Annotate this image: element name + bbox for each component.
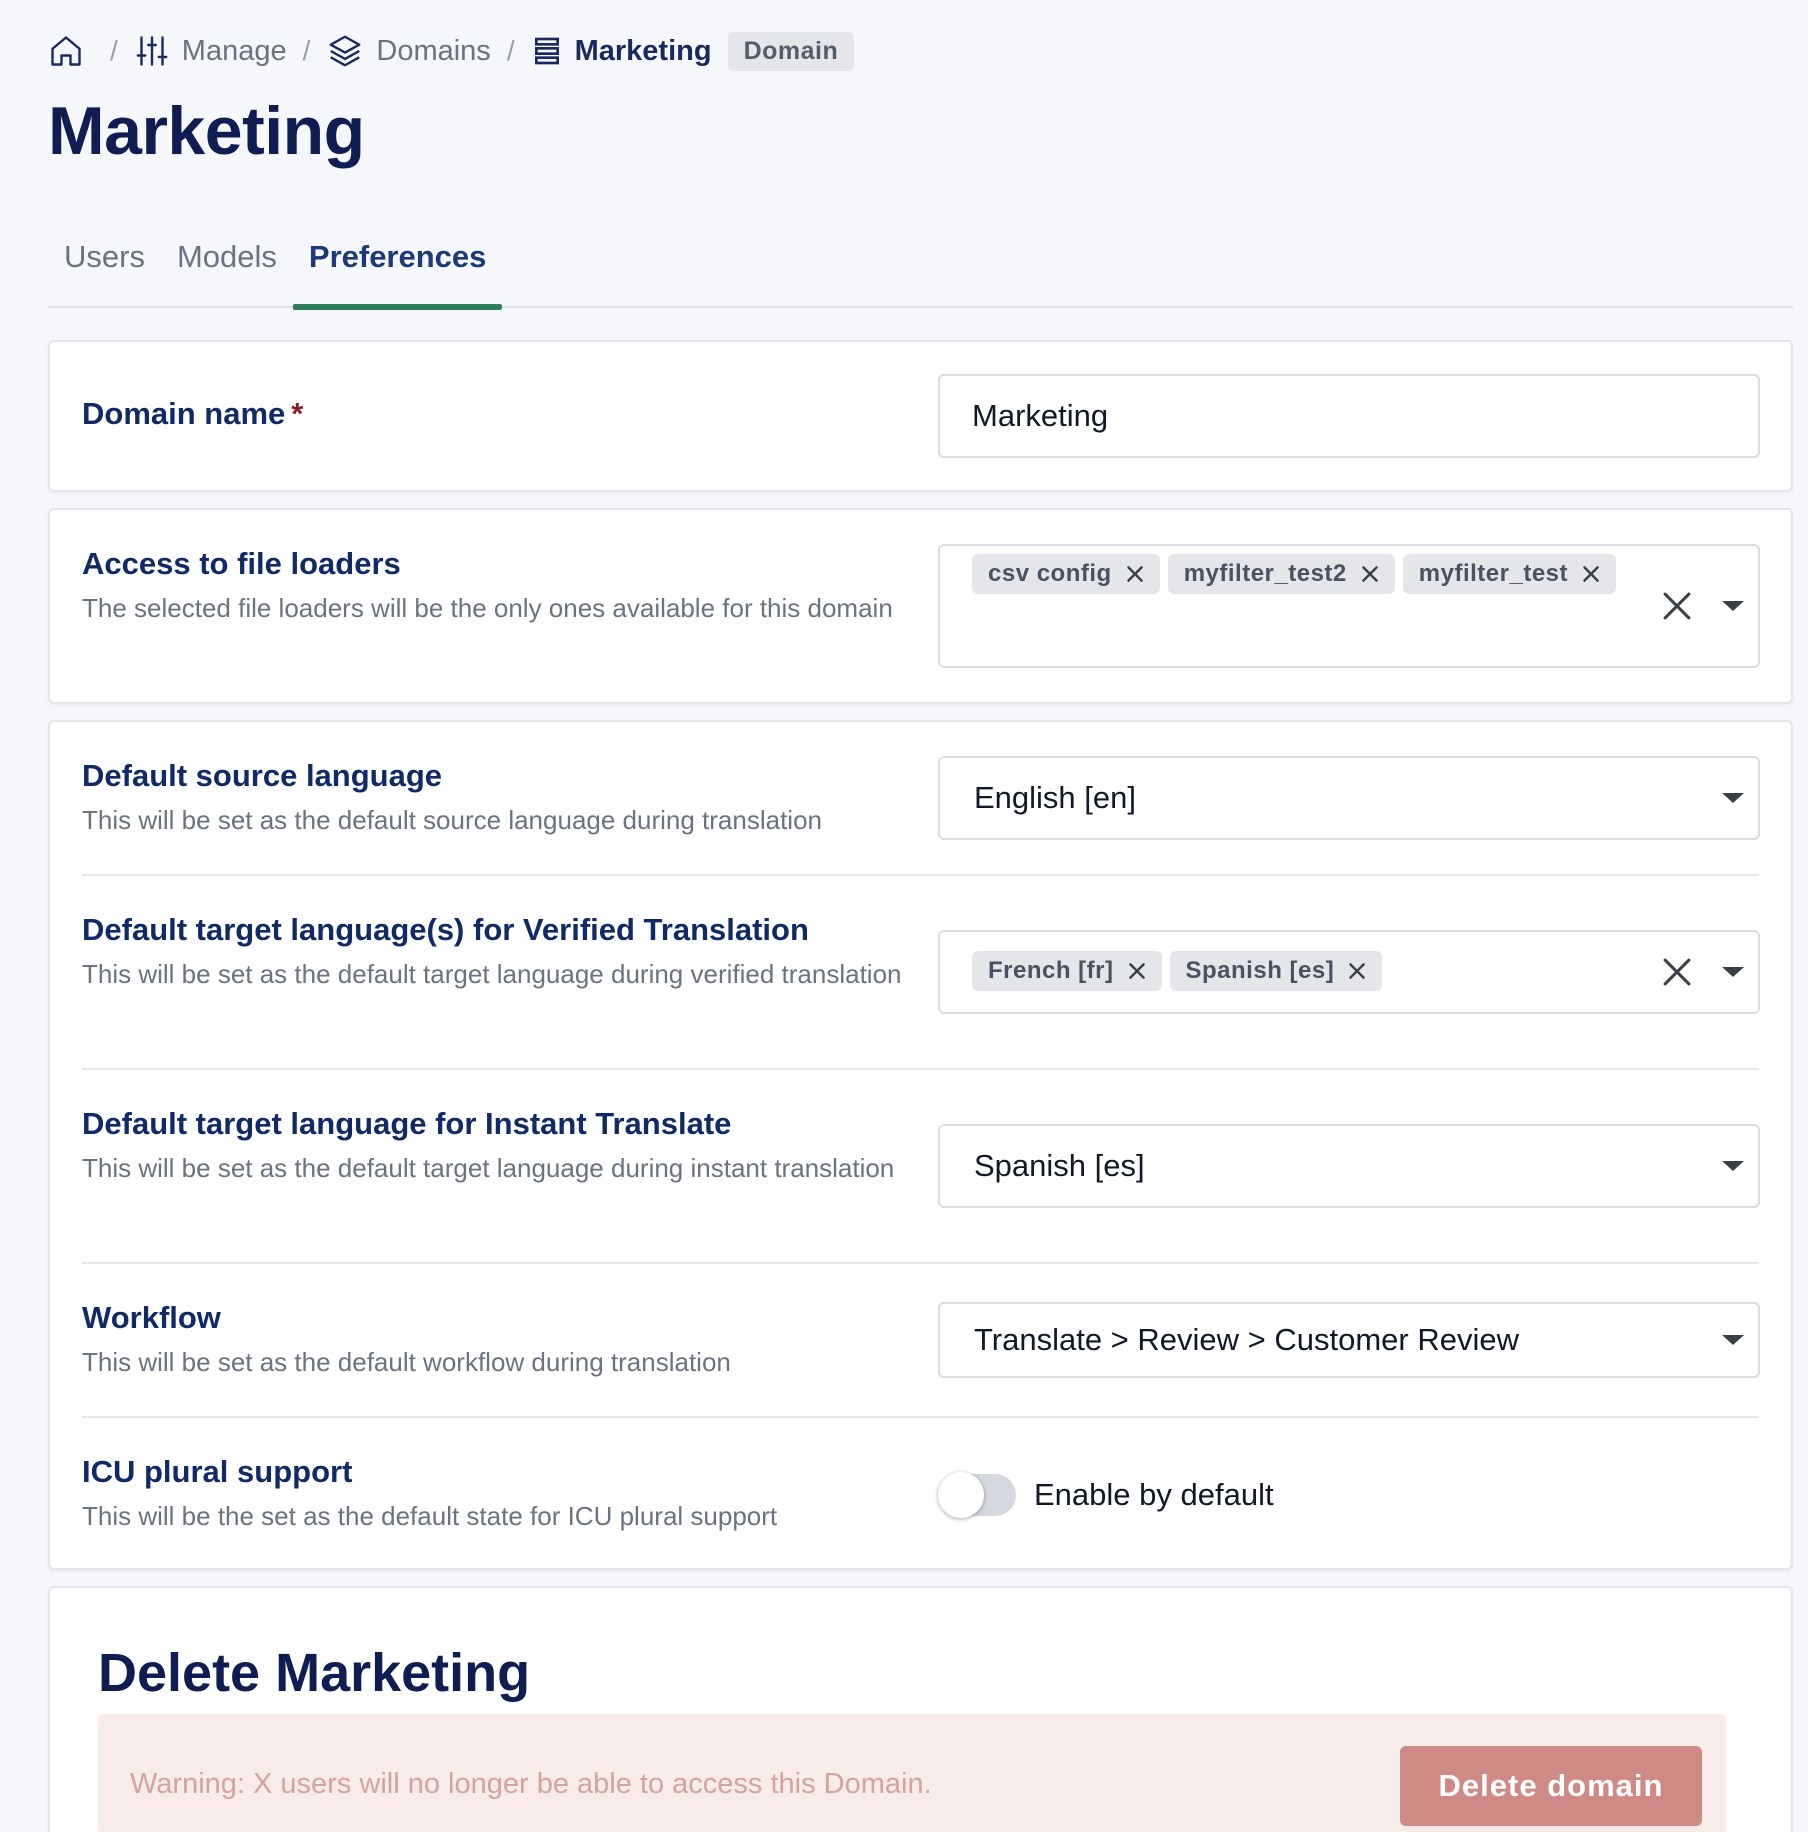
breadcrumb-separator: / <box>506 35 515 66</box>
home-icon[interactable] <box>48 33 84 69</box>
layers-icon <box>326 32 364 70</box>
chip-myfilter-test2: myfilter_test2 <box>1167 554 1395 594</box>
chip-csv-config: csv config <box>972 554 1160 594</box>
clear-all-icon[interactable] <box>1660 955 1694 989</box>
remove-chip-icon[interactable] <box>1346 960 1368 982</box>
verified-target-multiselect[interactable]: French [fr] Spanish [es] <box>938 930 1760 1014</box>
divider <box>82 874 1759 876</box>
remove-chip-icon[interactable] <box>1126 960 1148 982</box>
divider <box>82 1416 1759 1418</box>
tab-users[interactable]: Users <box>48 232 161 308</box>
file-loaders-chips: csv config myfilter_test2 myfilter_test <box>972 554 1692 594</box>
chip-label: myfilter_test2 <box>1183 560 1347 587</box>
instant-target-value: Spanish [es] <box>974 1148 1145 1183</box>
instant-target-select[interactable]: Spanish [es] <box>938 1124 1760 1208</box>
breadcrumb-domains[interactable]: Domains <box>326 32 491 70</box>
sliders-icon <box>134 33 170 69</box>
chip-label: csv config <box>988 560 1112 587</box>
delete-domain-button[interactable]: Delete domain <box>1400 1746 1702 1826</box>
breadcrumb-current: Marketing <box>531 35 712 68</box>
breadcrumb-manage[interactable]: Manage <box>134 33 287 69</box>
page-title: Marketing <box>48 93 365 169</box>
chevron-down-icon <box>1722 793 1744 803</box>
chip-spanish: Spanish [es] <box>1169 951 1383 991</box>
icu-plural-toggle[interactable] <box>938 1472 1016 1518</box>
list-icon <box>531 35 563 67</box>
tab-models[interactable]: Models <box>161 232 293 308</box>
breadcrumb-manage-label: Manage <box>181 34 287 67</box>
instant-target-description: This will be set as the default target l… <box>82 1153 895 1183</box>
entity-type-badge: Domain <box>727 31 855 71</box>
delete-warning-text: Warning: X users will no longer be able … <box>130 1768 932 1800</box>
workflow-description: This will be set as the default workflow… <box>82 1347 731 1377</box>
chip-label: Spanish [es] <box>1185 957 1335 984</box>
delete-warning-box: Warning: X users will no longer be able … <box>98 1714 1726 1832</box>
domain-name-label: Domain name <box>82 396 286 431</box>
icu-plural-description: This will be the set as the default stat… <box>82 1501 778 1531</box>
chip-label: myfilter_test <box>1418 560 1569 587</box>
delete-domain-card: Delete Marketing Warning: X users will n… <box>48 1586 1793 1832</box>
chip-label: French [fr] <box>988 957 1114 984</box>
chevron-down-icon[interactable] <box>1722 967 1744 977</box>
chip-french: French [fr] <box>972 951 1162 991</box>
language-preferences-card: Default source language This will be set… <box>48 720 1793 1570</box>
verified-target-description: This will be set as the default target l… <box>82 959 902 989</box>
remove-chip-icon[interactable] <box>1124 563 1146 585</box>
toggle-knob <box>938 1472 984 1518</box>
breadcrumb-separator: / <box>302 35 311 66</box>
file-loaders-description: The selected file loaders will be the on… <box>82 593 893 623</box>
required-marker: * <box>291 396 304 431</box>
tab-bar: Users Models Preferences <box>48 232 1793 310</box>
clear-all-icon[interactable] <box>1660 589 1694 623</box>
domain-name-value: Marketing <box>972 398 1109 433</box>
domain-name-card: Domain name * Marketing <box>48 340 1793 492</box>
source-language-description: This will be set as the default source l… <box>82 805 822 835</box>
delete-section-title: Delete Marketing <box>98 1643 531 1703</box>
chevron-down-icon <box>1722 1161 1744 1171</box>
icu-plural-row: ICU plural support This will be the set … <box>82 1454 1759 1536</box>
workflow-select[interactable]: Translate > Review > Customer Review <box>938 1302 1760 1378</box>
file-loaders-card: Access to file loaders The selected file… <box>48 508 1793 704</box>
remove-chip-icon[interactable] <box>1359 563 1381 585</box>
divider <box>82 1262 1759 1264</box>
breadcrumb-domains-label: Domains <box>376 34 491 67</box>
icu-plural-label: ICU plural support <box>82 1454 353 1489</box>
verified-target-chips: French [fr] Spanish [es] <box>972 951 1692 991</box>
icu-plural-toggle-label: Enable by default <box>1034 1477 1274 1512</box>
chevron-down-icon <box>1722 1335 1744 1345</box>
source-language-value: English [en] <box>974 780 1136 815</box>
breadcrumb-separator: / <box>110 35 118 66</box>
source-language-select[interactable]: English [en] <box>938 756 1760 840</box>
workflow-value: Translate > Review > Customer Review <box>974 1322 1519 1357</box>
file-loaders-multiselect[interactable]: csv config myfilter_test2 myfilter_test <box>938 544 1760 668</box>
remove-chip-icon[interactable] <box>1580 563 1602 585</box>
tab-preferences[interactable]: Preferences <box>292 232 503 310</box>
chip-myfilter-test: myfilter_test <box>1402 554 1617 594</box>
breadcrumb: / Manage / Domains / Marketing Domain <box>48 28 855 74</box>
chevron-down-icon[interactable] <box>1722 601 1744 611</box>
divider <box>82 1068 1759 1070</box>
domain-name-input[interactable]: Marketing <box>938 374 1760 458</box>
breadcrumb-current-label: Marketing <box>574 34 712 67</box>
